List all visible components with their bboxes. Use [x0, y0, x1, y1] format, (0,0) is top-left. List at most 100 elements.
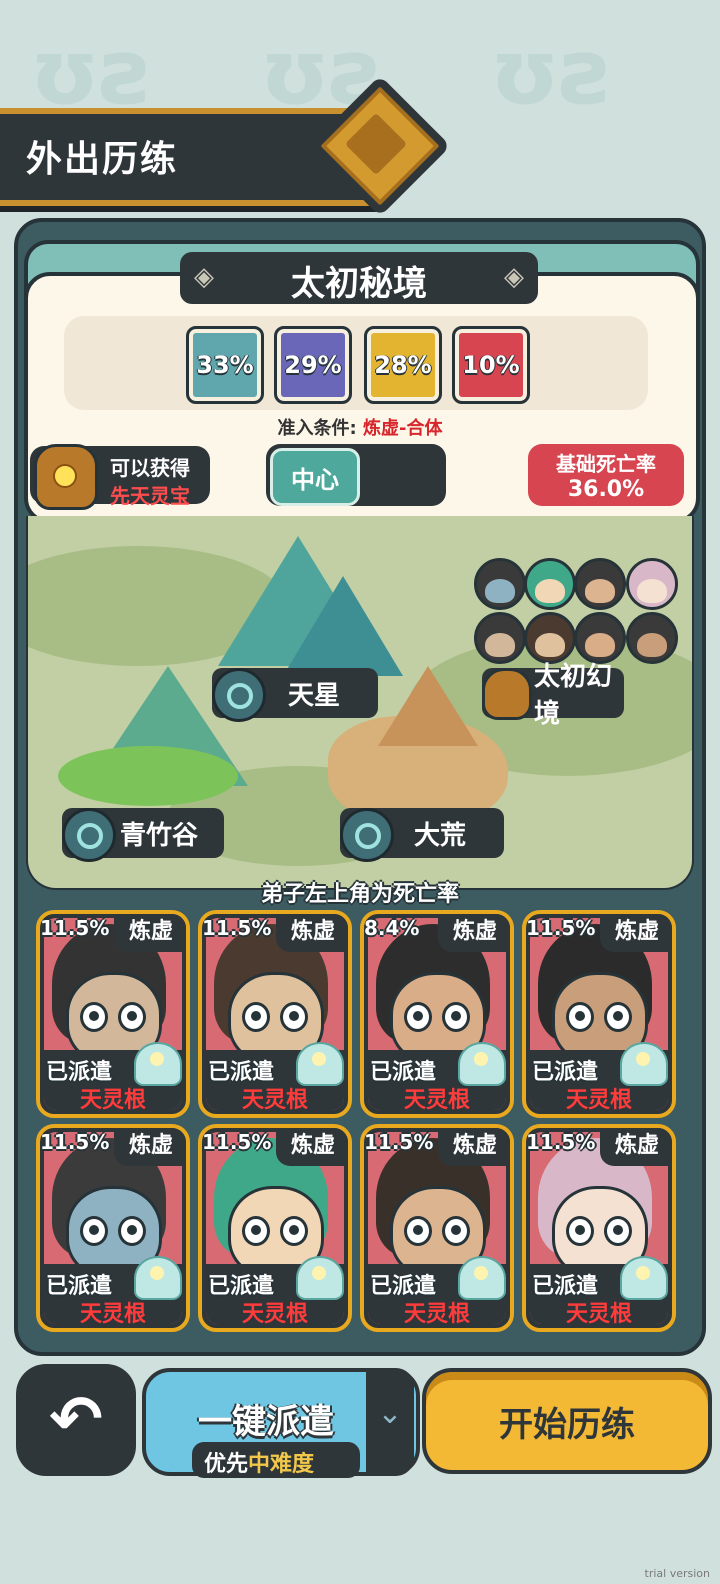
realm-title: 太初秘境 [291, 264, 427, 304]
entry-condition-value: 炼虚-合体 [363, 418, 443, 439]
difficulty-percent-easy: 33% [186, 326, 264, 404]
lotus-treasure-icon [134, 1042, 182, 1086]
disciple-realm-badge: 炼虚 [276, 914, 348, 952]
eye-icon [280, 1002, 308, 1032]
disciple-spirit-root: 天灵根 [241, 1088, 308, 1113]
disciple-spirit-root: 天灵根 [79, 1302, 146, 1327]
cloud-ornament-icon: ◈ [504, 262, 524, 292]
disciple-card[interactable]: 11.5% 炼虚 已派遣 天灵根 [522, 910, 676, 1118]
dispatch-priority-difficulty: 中难度 [248, 1452, 315, 1477]
disciple-death-rate: 11.5% [40, 916, 110, 940]
eye-icon [442, 1002, 470, 1032]
base-death-rate-value: 36.0% [567, 477, 645, 502]
location-dahuang[interactable]: 大荒 [340, 808, 504, 862]
eye-icon [118, 1216, 146, 1246]
base-death-rate-box: 基础死亡率 36.0% [528, 444, 684, 506]
background-swirl: ʊƨ [490, 20, 614, 125]
region-center-button[interactable]: 中心 [270, 448, 360, 506]
location-qingzhugu-label: 青竹谷 [120, 820, 199, 851]
realm-title-box: ◈ 太初秘境 ◈ [180, 252, 538, 304]
disciple-spirit-root: 天灵根 [565, 1302, 632, 1327]
dispatched-avatar [626, 612, 678, 664]
tianxing-mountain-icon [283, 576, 403, 676]
disciple-realm-badge: 炼虚 [114, 914, 186, 952]
location-qingzhugu[interactable]: 青竹谷 [62, 808, 224, 862]
disciple-card[interactable]: 8.4% 炼虚 已派遣 天灵根 [360, 910, 514, 1118]
difficulty-percent-strip [64, 316, 648, 410]
base-death-rate-label: 基础死亡率 [556, 452, 656, 476]
eye-icon [80, 1002, 108, 1032]
treasure-vase-icon [482, 668, 532, 720]
entry-condition-label: 准入条件: [277, 418, 357, 439]
dispatched-avatar [474, 612, 526, 664]
back-arrow-icon: ↶ [49, 1383, 103, 1457]
disciple-card[interactable]: 11.5% 炼虚 已派遣 天灵根 [198, 1124, 352, 1332]
difficulty-percent-extreme: 10% [452, 326, 530, 404]
disciple-realm-badge: 炼虚 [600, 914, 672, 952]
eye-icon [118, 1002, 146, 1032]
lotus-treasure-icon [620, 1042, 668, 1086]
portal-orb-icon [340, 808, 394, 862]
disciple-death-rate: 11.5% [202, 916, 272, 940]
dispatched-avatar [574, 558, 626, 610]
disciple-spirit-root: 天灵根 [565, 1088, 632, 1113]
location-tianxing-label: 天星 [288, 680, 341, 711]
page-title: 外出历练 [26, 139, 179, 180]
start-training-button[interactable]: 开始历练 [422, 1368, 712, 1474]
location-tianxing[interactable]: 天星 [212, 668, 378, 722]
difficulty-percent-hard: 28% [364, 326, 442, 404]
disciple-card[interactable]: 11.5% 炼虚 已派遣 天灵根 [198, 910, 352, 1118]
disciple-spirit-root: 天灵根 [403, 1088, 470, 1113]
dispatched-avatar [474, 558, 526, 610]
watermark: trial version [644, 1567, 710, 1580]
entry-condition: 准入条件: 炼虚-合体 [0, 414, 720, 440]
eye-icon [404, 1216, 432, 1246]
disciple-spirit-root: 天灵根 [79, 1088, 146, 1113]
treasure-vase-eye [53, 464, 77, 488]
disciple-spirit-root: 天灵根 [403, 1302, 470, 1327]
eye-icon [80, 1216, 108, 1246]
disciple-card[interactable]: 11.5% 炼虚 已派遣 天灵根 [36, 1124, 190, 1332]
dispatched-avatar [626, 558, 678, 610]
lotus-treasure-icon [458, 1256, 506, 1300]
eye-icon [404, 1002, 432, 1032]
disciple-death-rate: 8.4% [364, 916, 420, 940]
lotus-treasure-icon [620, 1256, 668, 1300]
eye-icon [604, 1002, 632, 1032]
death-rate-hint: 弟子左上角为死亡率 [260, 882, 459, 907]
disciple-realm-badge: 炼虚 [276, 1128, 348, 1166]
dispatched-avatar [524, 558, 576, 610]
disciple-realm-badge: 炼虚 [438, 914, 510, 952]
disciple-realm-badge: 炼虚 [600, 1128, 672, 1166]
disciple-card[interactable]: 11.5% 炼虚 已派遣 天灵根 [36, 910, 190, 1118]
lotus-treasure-icon [296, 1042, 344, 1086]
disciple-realm-badge: 炼虚 [438, 1128, 510, 1166]
location-taichu-huanjing-label: 太初幻境 [534, 662, 613, 729]
difficulty-percent-normal: 29% [274, 326, 352, 404]
disciple-death-rate: 11.5% [202, 1130, 272, 1154]
eye-icon [604, 1216, 632, 1246]
disciple-death-rate: 11.5% [364, 1130, 434, 1154]
portal-orb-icon [62, 808, 116, 862]
back-button[interactable]: ↶ [16, 1364, 136, 1476]
chevron-down-icon: ⌄ [377, 1396, 403, 1431]
disciple-card[interactable]: 11.5% 炼虚 已派遣 天灵根 [522, 1124, 676, 1332]
disciple-realm-badge: 炼虚 [114, 1128, 186, 1166]
eye-icon [242, 1002, 270, 1032]
eye-icon [442, 1216, 470, 1246]
lotus-treasure-icon [458, 1042, 506, 1086]
one-click-dispatch-label: 一键派遣 [198, 1402, 334, 1442]
eye-icon [566, 1002, 594, 1032]
disciple-death-rate: 11.5% [526, 1130, 596, 1154]
disciple-death-rate: 11.5% [526, 916, 596, 940]
reward-label: 可以获得 [110, 456, 190, 480]
dispatch-priority-prefix: 优先 [204, 1452, 249, 1477]
location-taichu-huanjing[interactable]: 太初幻境 [482, 662, 624, 729]
bamboo-valley-grass [58, 746, 238, 806]
disciple-spirit-root: 天灵根 [241, 1302, 308, 1327]
location-dahuang-label: 大荒 [414, 820, 467, 851]
disciple-card[interactable]: 11.5% 炼虚 已派遣 天灵根 [360, 1124, 514, 1332]
disciple-death-rate: 11.5% [40, 1130, 110, 1154]
lotus-treasure-icon [296, 1256, 344, 1300]
reward-value: 先天灵宝 [110, 484, 190, 508]
